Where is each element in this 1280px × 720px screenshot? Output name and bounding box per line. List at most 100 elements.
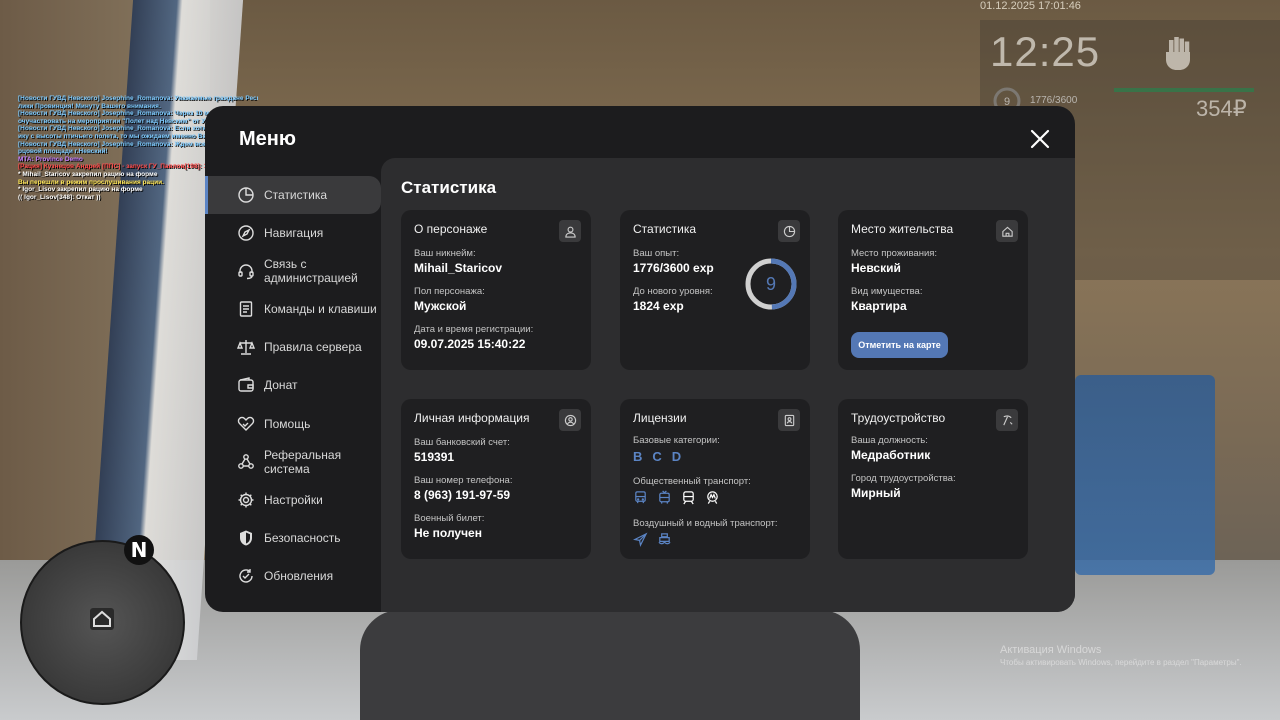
sidebar-item-commands[interactable]: Команды и клавиши xyxy=(205,290,381,328)
card-title: Место жительства xyxy=(851,222,954,236)
windows-activation: Активация Windows Чтобы активировать Win… xyxy=(1000,644,1242,667)
air-water-transport-icons xyxy=(633,532,672,547)
handshake-heart-icon xyxy=(237,415,255,433)
bank-value: 519391 xyxy=(414,450,455,464)
sidebar-item-label: Правила сервера xyxy=(264,340,362,355)
property-value: Квартира xyxy=(851,299,907,313)
refresh-check-icon xyxy=(237,567,255,585)
chat-line: [Новости ГУВД Невского] Josephine_Romano… xyxy=(18,95,258,102)
card-title: О персонаже xyxy=(414,222,488,236)
nickname-value: Mihail_Staricov xyxy=(414,261,503,275)
scales-icon xyxy=(236,338,256,356)
windows-activation-hint: Чтобы активировать Windows, перейдите в … xyxy=(1000,658,1242,667)
next-level-label: До нового уровня: xyxy=(633,286,713,297)
bus-icon xyxy=(635,491,646,504)
close-button[interactable] xyxy=(1029,128,1051,150)
property-label: Вид имущества: xyxy=(851,286,923,297)
hud-datetime: 01.12.2025 17:01:46 xyxy=(980,0,1081,12)
hud-money: 354₽ xyxy=(1196,96,1247,121)
menu-title: Меню xyxy=(239,128,296,150)
license-category-d: D xyxy=(671,449,682,464)
background-chair xyxy=(1075,375,1215,575)
sidebar-item-security[interactable]: Безопасность xyxy=(205,519,381,557)
sidebar-item-navigation[interactable]: Навигация xyxy=(205,214,381,252)
mark-on-map-button[interactable]: Отметить на карте xyxy=(851,332,948,358)
sidebar-item-statistics[interactable]: Статистика xyxy=(205,176,381,214)
registration-value: 09.07.2025 15:40:22 xyxy=(414,337,526,351)
airplane-icon xyxy=(633,532,648,547)
sidebar-item-label: Помощь xyxy=(264,416,311,431)
hud-clock: 12:25 xyxy=(990,28,1101,75)
bank-label: Ваш банковский счет: xyxy=(414,437,510,448)
public-transport-label: Общественный транспорт: xyxy=(633,476,751,487)
card-personal: Личная информация Ваш банковский счет: 5… xyxy=(401,399,591,559)
pickaxe-icon xyxy=(996,409,1018,431)
house-icon xyxy=(996,220,1018,242)
metro-icon xyxy=(707,491,718,504)
base-categories-label: Базовые категории: xyxy=(633,435,720,446)
phone-label: Ваш номер телефона: xyxy=(414,475,513,486)
fist-icon xyxy=(1160,34,1196,74)
menu-window: Меню Статистика Навигация Связь с админи… xyxy=(205,106,1075,612)
gender-value: Мужской xyxy=(414,299,467,313)
card-title: Трудоустройство xyxy=(851,411,946,425)
sidebar-item-donate[interactable]: Донат xyxy=(205,366,381,404)
registration-label: Дата и время регистрации: xyxy=(414,324,534,335)
shield-icon xyxy=(237,529,255,547)
work-city-value: Мирный xyxy=(851,486,901,500)
compass-north: N xyxy=(124,535,154,565)
public-transport-icons xyxy=(633,490,720,505)
card-licenses: Лицензии Базовые категории: B C D Общест… xyxy=(620,399,810,559)
train-icon xyxy=(683,491,694,505)
level-progress-ring: 9 xyxy=(745,258,797,310)
headset-icon xyxy=(237,262,255,280)
content-title: Статистика xyxy=(401,178,497,197)
card-title: Статистика xyxy=(633,222,697,236)
compass-icon xyxy=(237,224,255,242)
hud-health-bar xyxy=(1114,88,1254,92)
wallet-icon xyxy=(237,376,255,394)
sidebar-item-label: Связь с администрацией xyxy=(264,257,358,286)
residence-label: Место проживания: xyxy=(851,248,938,259)
sidebar-item-label: Настройки xyxy=(264,492,323,507)
background-character xyxy=(360,610,860,720)
exp-value: 1776/3600 exp xyxy=(633,261,714,275)
sidebar-item-label: Реферальная система xyxy=(264,447,342,476)
position-value: Медработник xyxy=(851,448,931,462)
card-title: Личная информация xyxy=(414,411,530,425)
next-level-value: 1824 exp xyxy=(633,299,684,313)
hud-exp: 1776/3600 xyxy=(1030,95,1078,106)
nickname-label: Ваш никнейм: xyxy=(414,248,476,259)
pie-chart-icon xyxy=(237,186,255,204)
sidebar-item-label: Навигация xyxy=(264,226,324,241)
military-value: Не получен xyxy=(414,526,482,540)
sidebar-item-rules[interactable]: Правила сервера xyxy=(205,328,381,366)
sidebar-item-label: Донат xyxy=(264,378,298,393)
card-residence: Место жительства Место проживания: Невск… xyxy=(838,210,1028,370)
network-icon xyxy=(237,453,255,471)
sidebar-item-settings[interactable]: Настройки xyxy=(205,481,381,519)
sidebar: Статистика Навигация Связь с администрац… xyxy=(205,176,381,595)
close-icon xyxy=(1030,129,1050,149)
ship-icon xyxy=(658,533,671,545)
sidebar-item-label: Безопасность xyxy=(264,530,341,545)
windows-activation-title: Активация Windows xyxy=(1000,644,1102,656)
license-category-b: B xyxy=(633,449,643,464)
pie-chart-icon xyxy=(778,220,800,242)
card-employment: Трудоустройство Ваша должность: Медработ… xyxy=(838,399,1028,559)
gear-icon xyxy=(237,491,255,509)
sidebar-item-label: Обновления xyxy=(264,568,334,583)
id-badge-icon xyxy=(778,409,800,431)
license-category-c: C xyxy=(652,449,662,464)
work-city-label: Город трудоустройства: xyxy=(851,473,956,484)
sidebar-item-updates[interactable]: Обновления xyxy=(205,557,381,595)
sidebar-item-help[interactable]: Помощь xyxy=(205,405,381,443)
air-water-transport-label: Воздушный и водный транспорт: xyxy=(633,518,778,529)
card-stats: Статистика Ваш опыт: 1776/3600 exp До но… xyxy=(620,210,810,370)
sidebar-item-referral[interactable]: Реферальная система xyxy=(205,443,381,481)
house-icon xyxy=(90,608,114,630)
user-circle-icon xyxy=(559,409,581,431)
sidebar-item-label: Статистика xyxy=(264,188,328,202)
sidebar-item-admin-contact[interactable]: Связь с администрацией xyxy=(205,252,381,290)
level-number: 9 xyxy=(766,274,776,294)
